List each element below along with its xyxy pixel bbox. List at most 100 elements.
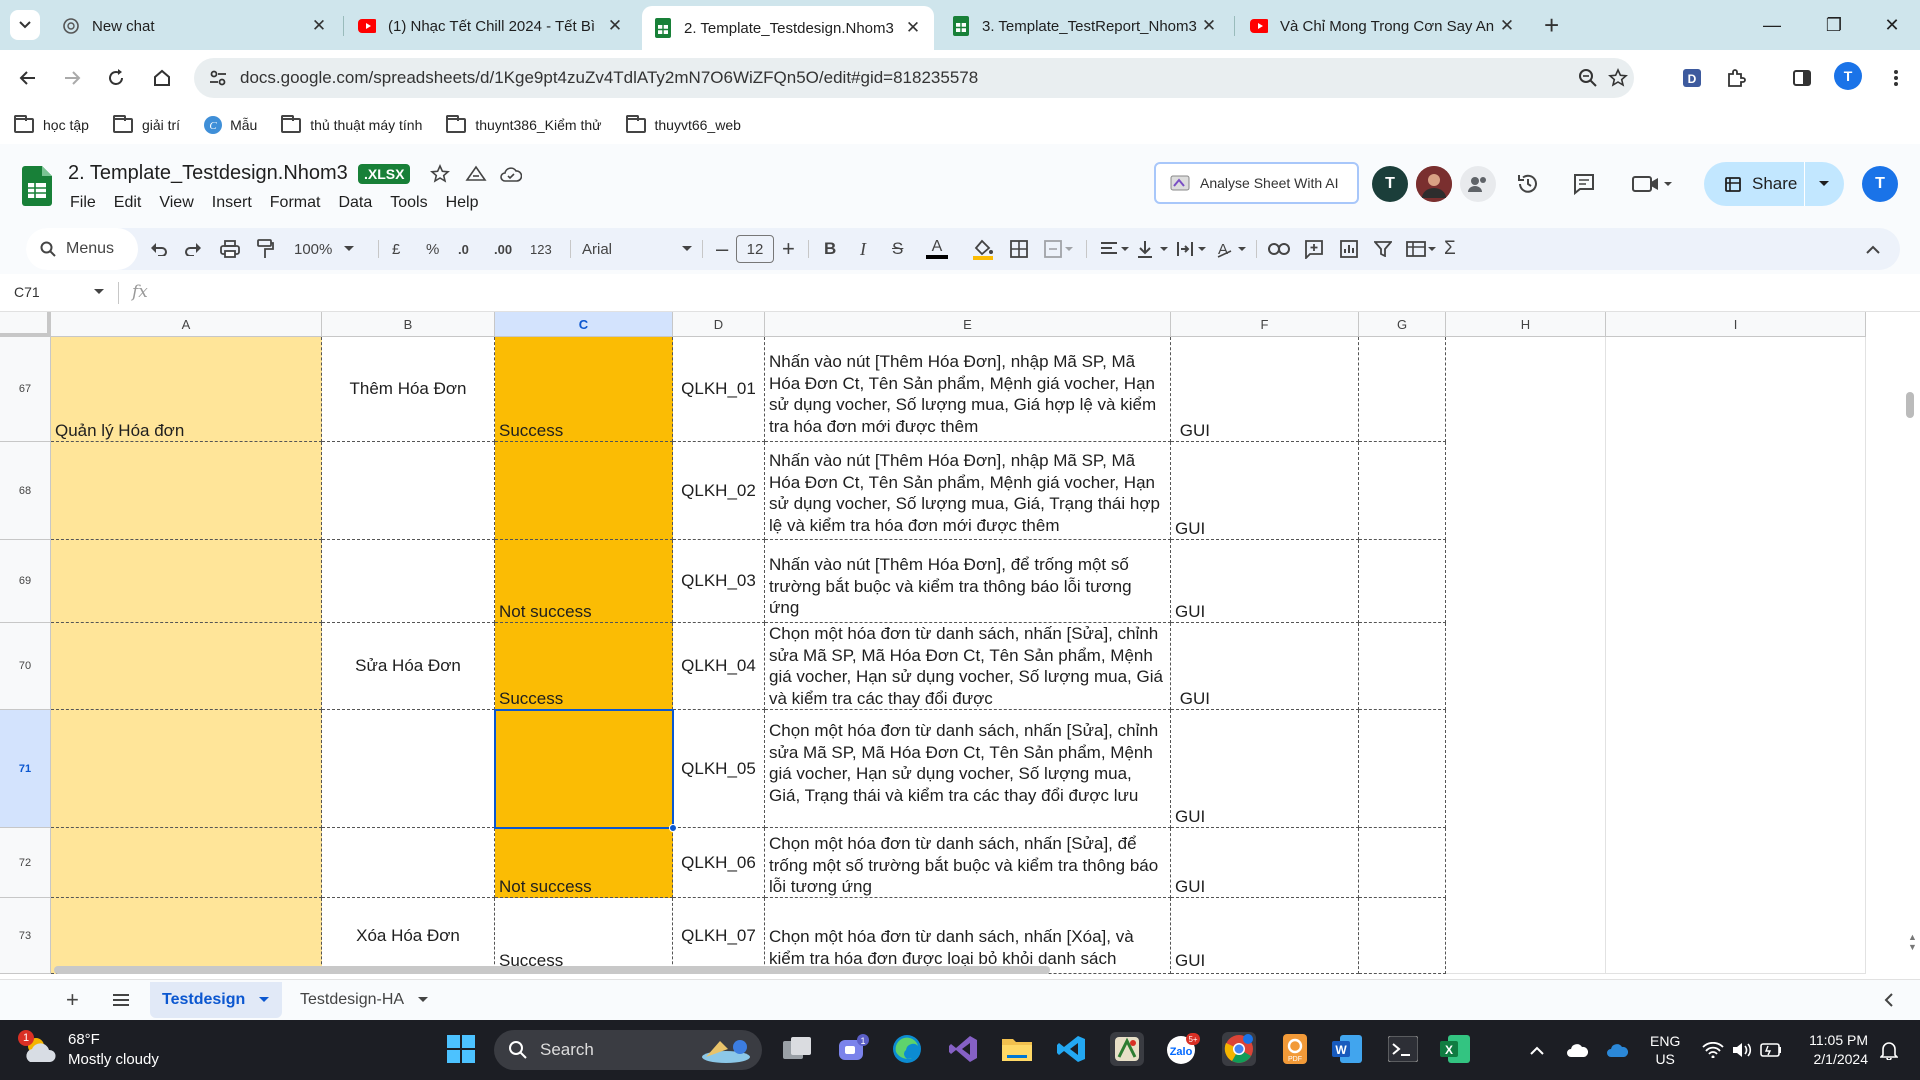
cell-a73[interactable]	[51, 898, 322, 974]
task-view-icon[interactable]	[780, 1032, 814, 1066]
wifi-icon[interactable]	[1702, 1020, 1724, 1080]
profile-avatar[interactable]: T	[1834, 62, 1862, 90]
battery-icon[interactable]	[1760, 1020, 1782, 1080]
all-sheets-button[interactable]	[100, 982, 142, 1018]
row-header-73[interactable]: 73	[0, 898, 51, 974]
window-close-button[interactable]: ✕	[1872, 8, 1912, 42]
browser-tab-testdesign[interactable]: 2. Template_Testdesign.Nhom3 ✕	[642, 6, 934, 50]
comments-icon[interactable]	[1572, 172, 1596, 196]
cell-f73[interactable]: GUI	[1171, 898, 1359, 974]
font-family-select[interactable]: Arial	[582, 228, 692, 270]
pdf-app-icon[interactable]: PDF	[1278, 1032, 1312, 1066]
analyse-ai-button[interactable]: Analyse Sheet With AI	[1154, 162, 1359, 204]
cell-f67[interactable]: GUI	[1171, 337, 1359, 442]
cell-g69[interactable]	[1359, 540, 1446, 623]
menu-data[interactable]: Data	[338, 194, 372, 212]
row-header-67[interactable]: 67	[0, 337, 51, 442]
collaborator-photo-avatar[interactable]	[1416, 166, 1452, 202]
menu-edit[interactable]: Edit	[114, 194, 142, 212]
row-header-70[interactable]: 70	[0, 623, 51, 710]
cell-b71[interactable]	[322, 710, 495, 828]
browser-tab-new-chat[interactable]: New chat ✕	[50, 6, 340, 46]
weather-widget[interactable]: 1 68°F Mostly cloudy	[18, 1030, 159, 1070]
search-menus-button[interactable]: Menus	[26, 228, 138, 270]
cell-c73[interactable]: Success	[495, 898, 673, 974]
column-header-c[interactable]: C	[495, 312, 673, 337]
menu-view[interactable]: View	[159, 194, 193, 212]
collaborator-avatar[interactable]: T	[1372, 166, 1408, 202]
cell-e72[interactable]: Chọn một hóa đơn từ danh sách, nhấn [Sửa…	[765, 828, 1171, 898]
back-button[interactable]	[12, 62, 44, 94]
cell-g71[interactable]	[1359, 710, 1446, 828]
menu-insert[interactable]: Insert	[212, 194, 252, 212]
zalo-icon[interactable]: Zalo 5+	[1166, 1032, 1200, 1066]
notifications-bell-icon[interactable]	[1880, 1020, 1898, 1080]
browser-tab-testreport[interactable]: 3. Template_TestReport_Nhom3 ✕	[940, 6, 1230, 46]
terminal-icon[interactable]	[1386, 1032, 1420, 1066]
text-color-icon[interactable]: A	[926, 228, 948, 270]
windows-start-icon[interactable]	[444, 1032, 478, 1066]
reload-button[interactable]	[100, 62, 132, 94]
cloud-status-icon[interactable]	[500, 166, 522, 182]
percent-format-button[interactable]: %	[426, 228, 439, 270]
bookmark-folder-kiem-thu[interactable]: thuynt386_Kiểm thử	[446, 114, 602, 133]
select-all-corner[interactable]	[0, 312, 51, 337]
cell-c72[interactable]: Not success	[495, 828, 673, 898]
cell-d69[interactable]: QLKH_03	[673, 540, 765, 623]
more-vert-icon[interactable]	[1880, 62, 1912, 94]
new-tab-button[interactable]: +	[1544, 10, 1559, 40]
column-header-f[interactable]: F	[1171, 312, 1359, 337]
browser-tab-youtube-1[interactable]: (1) Nhạc Tết Chill 2024 - Tết Bì ✕	[346, 6, 636, 46]
text-wrap-icon[interactable]	[1176, 228, 1208, 270]
italic-icon[interactable]: I	[860, 228, 866, 270]
fill-handle[interactable]	[669, 824, 677, 832]
collapse-side-panel-icon[interactable]	[1872, 982, 1906, 1018]
menu-help[interactable]: Help	[446, 194, 479, 212]
column-h-area[interactable]	[1446, 337, 1606, 974]
minimize-button[interactable]: —	[1752, 8, 1792, 42]
cell-g67[interactable]	[1359, 337, 1446, 442]
cell-g73[interactable]	[1359, 898, 1446, 974]
fill-color-icon[interactable]	[972, 228, 994, 270]
add-sheet-button[interactable]: +	[54, 982, 91, 1018]
sheets-logo-icon[interactable]	[22, 166, 52, 206]
excel-icon[interactable]: X	[1438, 1032, 1472, 1066]
cell-d70[interactable]: QLKH_04	[673, 623, 765, 710]
clock[interactable]: 11:05 PM 2/1/2024	[1800, 1020, 1868, 1080]
word-icon[interactable]: W	[1330, 1032, 1364, 1066]
design-app-icon[interactable]	[1110, 1032, 1144, 1066]
bookmark-folder-web[interactable]: thuyvt66_web	[625, 114, 741, 133]
onedrive-icon[interactable]	[1566, 1020, 1590, 1080]
share-dropdown-icon[interactable]	[1818, 180, 1830, 188]
cell-a72[interactable]	[51, 828, 322, 898]
decrease-decimal-button[interactable]: .0	[458, 228, 469, 270]
site-settings-icon[interactable]	[208, 68, 228, 88]
number-format-button[interactable]: 123	[530, 228, 552, 270]
zoom-select[interactable]: 100%	[294, 228, 355, 270]
cell-d67[interactable]: QLKH_01	[673, 337, 765, 442]
cell-f68[interactable]: GUI	[1171, 442, 1359, 540]
chrome-icon[interactable]	[1222, 1032, 1256, 1066]
collaborator-group-icon[interactable]	[1460, 166, 1496, 202]
cell-d68[interactable]: QLKH_02	[673, 442, 765, 540]
menu-tools[interactable]: Tools	[390, 194, 427, 212]
print-icon[interactable]	[220, 228, 240, 270]
cell-e70[interactable]: Chọn một hóa đơn từ danh sách, nhấn [Sửa…	[765, 623, 1171, 710]
taskbar-search-box[interactable]: Search	[494, 1030, 762, 1070]
name-box[interactable]: C71	[14, 284, 104, 300]
visual-studio-icon[interactable]	[946, 1032, 980, 1066]
cell-b70[interactable]: Sửa Hóa Đơn	[322, 623, 495, 710]
column-header-b[interactable]: B	[322, 312, 495, 337]
close-icon[interactable]: ✕	[1200, 16, 1218, 36]
row-header-68[interactable]: 68	[0, 442, 51, 540]
menu-format[interactable]: Format	[270, 194, 321, 212]
column-header-h[interactable]: H	[1446, 312, 1606, 337]
cell-a70[interactable]	[51, 623, 322, 710]
cell-a69[interactable]	[51, 540, 322, 623]
increase-font-size-button[interactable]: +	[782, 228, 795, 270]
cell-a68[interactable]	[51, 442, 322, 540]
edge-browser-icon[interactable]	[890, 1032, 924, 1066]
close-icon[interactable]: ✕	[310, 16, 328, 36]
cell-f72[interactable]: GUI	[1171, 828, 1359, 898]
cell-c69[interactable]: Not success	[495, 540, 673, 623]
